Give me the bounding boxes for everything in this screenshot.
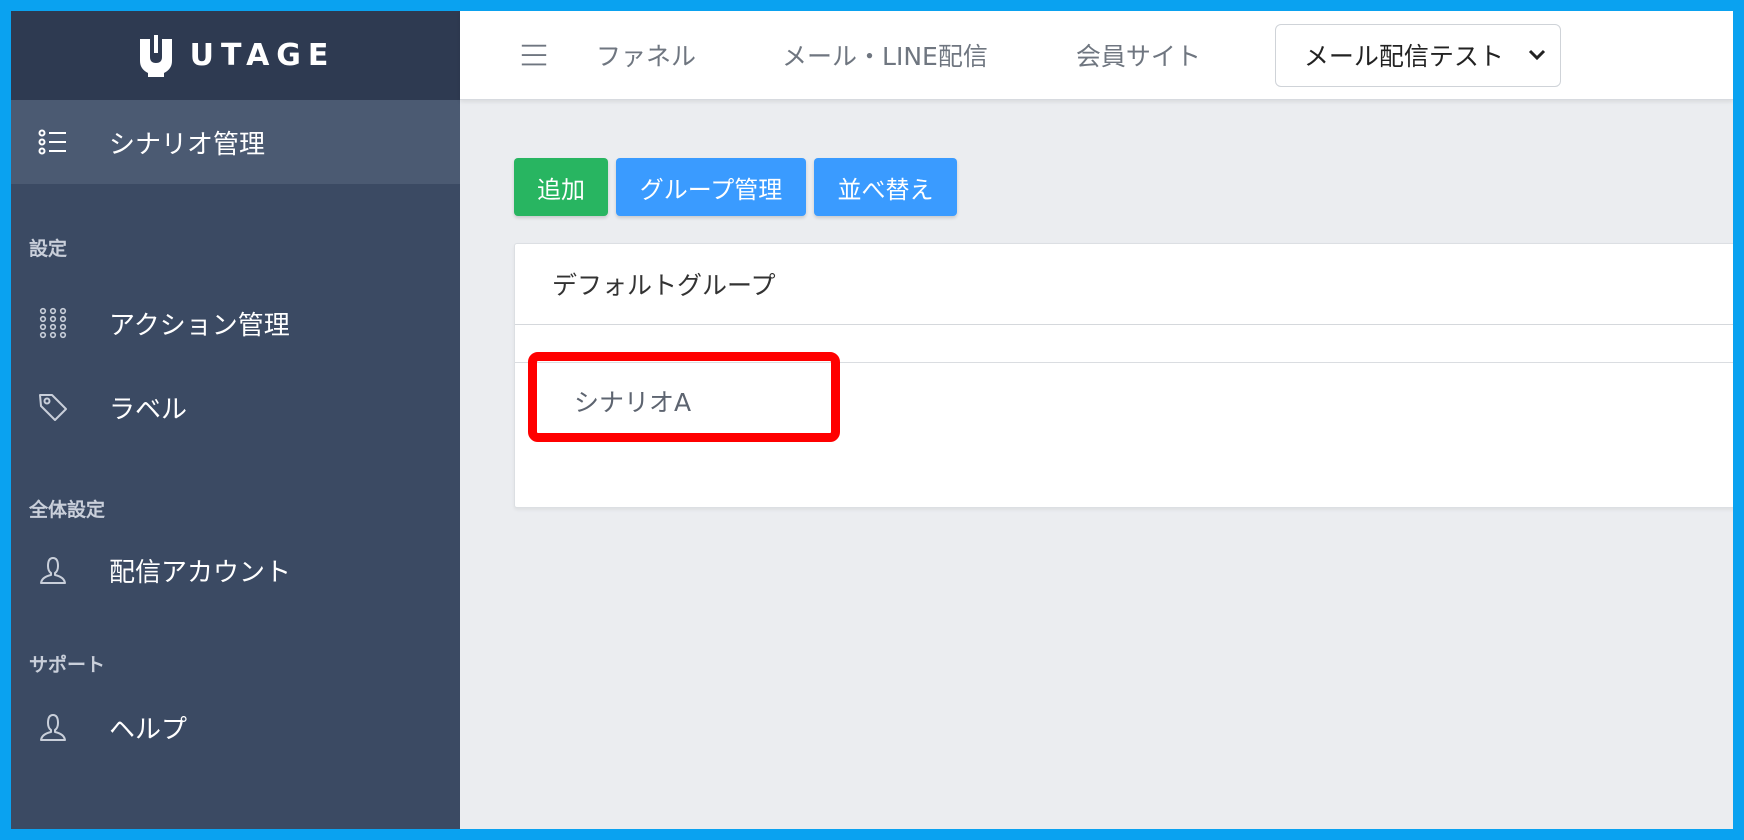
utage-logo-icon xyxy=(139,34,172,77)
sidebar-item-action-management[interactable]: アクション管理 xyxy=(11,281,460,365)
section-label-support: サポート xyxy=(29,654,106,676)
sidebar-item-label-management[interactable]: ラベル xyxy=(11,365,460,449)
nav-link-funnel[interactable]: ファネル xyxy=(596,37,696,73)
group-card-body: シナリオA xyxy=(515,325,1733,508)
sidebar-item-label: ラベル xyxy=(109,394,188,425)
sidebar-item-label: 配信アカウント xyxy=(109,557,292,588)
add-button[interactable]: 追加 xyxy=(514,158,608,216)
section-label-global-settings: 全体設定 xyxy=(29,499,106,521)
hamburger-menu-icon[interactable] xyxy=(518,39,550,71)
user-icon xyxy=(35,552,71,588)
sidebar-item-help[interactable]: ヘルプ xyxy=(11,685,460,769)
sidebar-item-delivery-account[interactable]: 配信アカウント xyxy=(11,528,460,612)
chevron-down-icon xyxy=(1528,49,1545,61)
sidebar-item-label: シナリオ管理 xyxy=(109,129,266,160)
top-navbar: ファネル メール・LINE配信 会員サイト メール配信テスト xyxy=(460,11,1733,100)
reorder-button[interactable]: 並べ替え xyxy=(814,158,957,216)
sidebar-header: UTAGE xyxy=(11,11,460,100)
group-title: デフォルトグループ xyxy=(515,244,1733,325)
list-icon xyxy=(35,124,71,160)
user-icon xyxy=(35,709,71,745)
sidebar-item-label: ヘルプ xyxy=(109,714,188,745)
divider xyxy=(515,362,1733,363)
nav-link-mail-line[interactable]: メール・LINE配信 xyxy=(782,37,988,73)
grid-dots-icon xyxy=(35,305,71,341)
nav-link-member-site[interactable]: 会員サイト xyxy=(1076,37,1201,73)
sidebar-item-label: アクション管理 xyxy=(109,310,290,341)
logo-text: UTAGE xyxy=(189,38,336,73)
group-card: デフォルトグループ シナリオA xyxy=(514,243,1733,508)
section-label-settings: 設定 xyxy=(29,238,68,260)
group-management-button[interactable]: グループ管理 xyxy=(616,158,806,216)
scenario-item[interactable]: シナリオA xyxy=(574,383,691,419)
sidebar: UTAGE シナリオ管理 設定 アクション管理 ラベル 全体設定 配信アカウント… xyxy=(11,11,460,829)
toolbar: 追加 グループ管理 並べ替え xyxy=(514,158,957,216)
account-select[interactable]: メール配信テスト xyxy=(1274,23,1561,87)
app-frame: UTAGE シナリオ管理 設定 アクション管理 ラベル 全体設定 配信アカウント… xyxy=(11,11,1733,829)
sidebar-item-scenario-management[interactable]: シナリオ管理 xyxy=(11,100,460,184)
tag-icon xyxy=(35,389,71,425)
account-select-value: メール配信テスト xyxy=(1303,42,1504,71)
